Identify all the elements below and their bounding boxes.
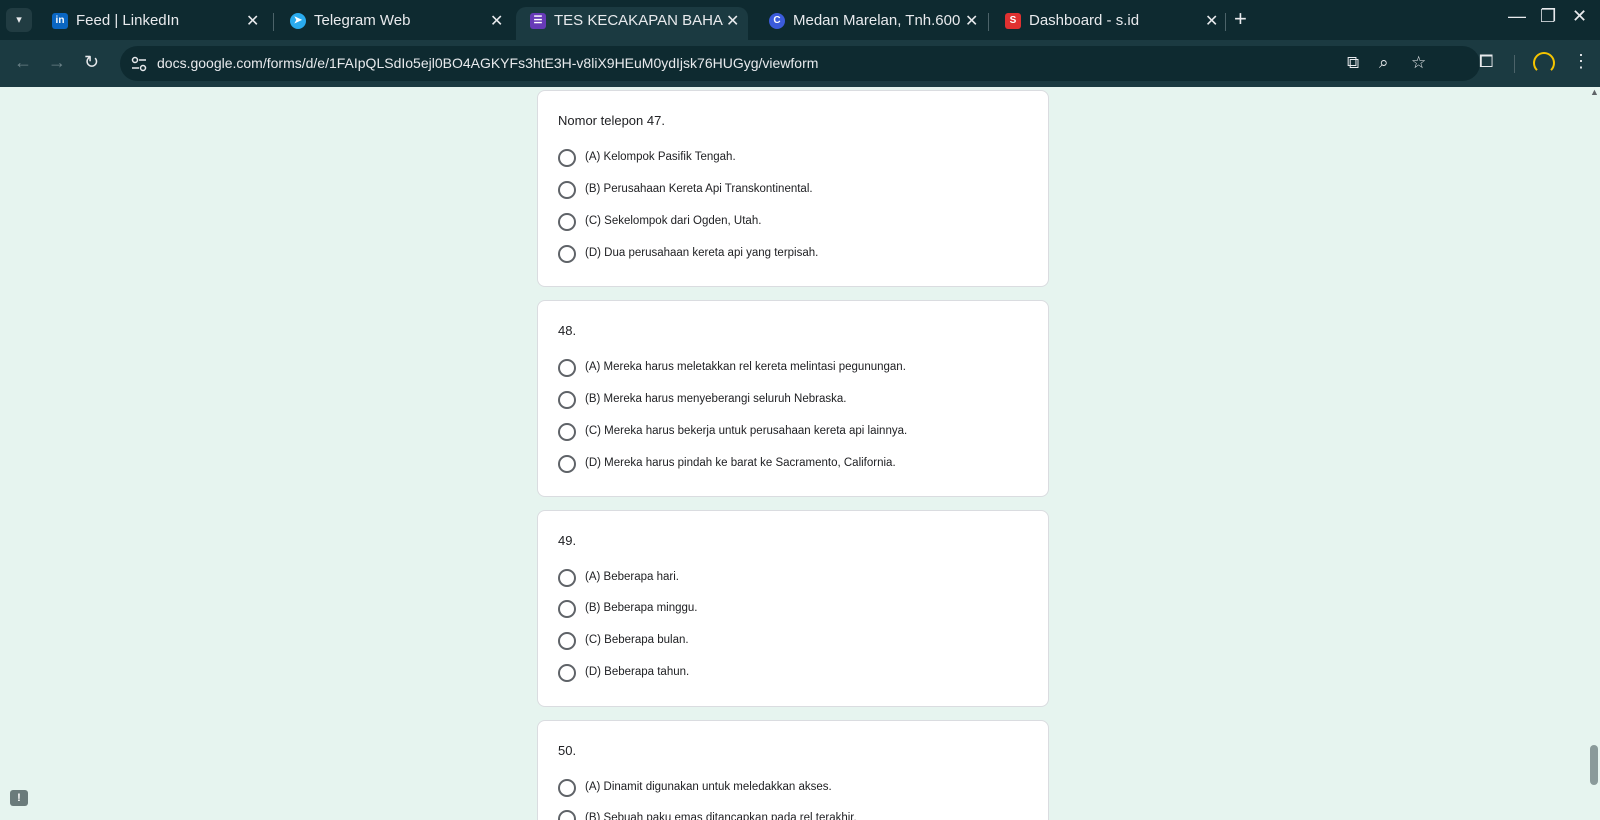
radio-button[interactable] bbox=[558, 359, 576, 377]
radio-button[interactable] bbox=[558, 455, 576, 473]
back-icon[interactable]: ← bbox=[14, 52, 32, 73]
tab-separator bbox=[1225, 13, 1226, 31]
option-label[interactable]: (C) Beberapa bulan. bbox=[585, 634, 689, 646]
radio-button[interactable] bbox=[558, 391, 576, 409]
question-card: 49. (A) Beberapa hari. (B) Beberapa ming… bbox=[537, 510, 1049, 707]
sid-icon: S bbox=[1005, 13, 1021, 29]
browser-toolbar: ← → ↻ docs.google.com/forms/d/e/1FAIpQLS… bbox=[0, 40, 1600, 87]
linkedin-icon: in bbox=[52, 13, 68, 29]
option-label[interactable]: (D) Dua perusahaan kereta api yang terpi… bbox=[585, 247, 818, 259]
google-forms-icon: ☰ bbox=[530, 13, 546, 29]
option-label[interactable]: (B) Beberapa minggu. bbox=[585, 602, 698, 614]
tab-telegram[interactable]: ➤ Telegram Web ✕ bbox=[276, 7, 508, 40]
close-tab-icon[interactable]: ✕ bbox=[246, 11, 259, 31]
menu-icon[interactable]: ⋮ bbox=[1572, 51, 1590, 72]
option-label[interactable]: (A) Beberapa hari. bbox=[585, 571, 679, 583]
radio-button[interactable] bbox=[558, 245, 576, 263]
question-title: 48. bbox=[558, 323, 577, 338]
option-label[interactable]: (D) Mereka harus pindah ke barat ke Sacr… bbox=[585, 457, 896, 469]
radio-button[interactable] bbox=[558, 423, 576, 441]
option-label[interactable]: (C) Mereka harus bekerja untuk perusahaa… bbox=[585, 425, 907, 437]
profile-avatar[interactable] bbox=[1533, 52, 1555, 74]
radio-button[interactable] bbox=[558, 569, 576, 587]
site-info-icon[interactable] bbox=[130, 55, 148, 73]
scrollbar-thumb[interactable] bbox=[1590, 745, 1598, 785]
telegram-icon: ➤ bbox=[290, 13, 306, 29]
tab-separator bbox=[988, 13, 989, 31]
close-tab-icon[interactable]: ✕ bbox=[1205, 11, 1218, 31]
bookmark-star-icon[interactable]: ☆ bbox=[1411, 53, 1426, 73]
tab-sid-dashboard[interactable]: S Dashboard - s.id ✕ bbox=[991, 7, 1223, 40]
toolbar-divider bbox=[1514, 55, 1515, 73]
question-card: 50. (A) Dinamit digunakan untuk meledakk… bbox=[537, 720, 1049, 820]
radio-button[interactable] bbox=[558, 810, 576, 820]
feedback-icon[interactable]: ! bbox=[10, 790, 28, 806]
address-bar[interactable]: docs.google.com/forms/d/e/1FAIpQLSdIo5ej… bbox=[120, 46, 1480, 81]
url-text[interactable]: docs.google.com/forms/d/e/1FAIpQLSdIo5ej… bbox=[157, 55, 818, 71]
scroll-up-icon[interactable]: ▲ bbox=[1590, 87, 1599, 97]
tab-search-icon[interactable]: ▾ bbox=[6, 8, 32, 32]
tab-separator bbox=[273, 13, 274, 31]
option-label[interactable]: (A) Kelompok Pasifik Tengah. bbox=[585, 151, 736, 163]
tab-strip: ▾ in Feed | LinkedIn ✕ ➤ Telegram Web ✕ … bbox=[0, 0, 1600, 40]
form-content: Nomor telepon 47. (A) Kelompok Pasifik T… bbox=[0, 87, 1600, 820]
zoom-icon[interactable]: ⌕ bbox=[1379, 53, 1389, 73]
option-label[interactable]: (B) Perusahaan Kereta Api Transkontinent… bbox=[585, 183, 813, 195]
option-label[interactable]: (A) Mereka harus meletakkan rel kereta m… bbox=[585, 361, 906, 373]
reload-icon[interactable]: ↻ bbox=[84, 52, 99, 73]
extensions-icon[interactable]: ⧠ bbox=[1479, 51, 1493, 72]
tab-title: TES KECAKAPAN BAHAS bbox=[554, 12, 724, 29]
close-tab-icon[interactable]: ✕ bbox=[726, 11, 739, 31]
close-window-icon[interactable]: ✕ bbox=[1572, 6, 1587, 27]
tab-title: Feed | LinkedIn bbox=[76, 12, 180, 29]
question-title: Nomor telepon 47. bbox=[558, 113, 665, 128]
page-scrollbar[interactable]: ▲ bbox=[1588, 87, 1600, 820]
tab-linkedin[interactable]: in Feed | LinkedIn ✕ bbox=[38, 7, 270, 40]
tab-title: Dashboard - s.id bbox=[1029, 12, 1140, 29]
translate-icon[interactable]: ⧉ bbox=[1347, 53, 1359, 73]
radio-button[interactable] bbox=[558, 213, 576, 231]
option-label[interactable]: (B) Sebuah paku emas ditancapkan pada re… bbox=[585, 812, 857, 820]
option-label[interactable]: (B) Mereka harus menyeberangi seluruh Ne… bbox=[585, 393, 846, 405]
option-label[interactable]: (D) Beberapa tahun. bbox=[585, 666, 689, 678]
tab-google-forms[interactable]: ☰ TES KECAKAPAN BAHAS ✕ bbox=[516, 7, 748, 40]
canva-icon: C bbox=[769, 13, 785, 29]
forward-icon[interactable]: → bbox=[48, 52, 66, 73]
option-label[interactable]: (A) Dinamit digunakan untuk meledakkan a… bbox=[585, 781, 832, 793]
question-title: 49. bbox=[558, 533, 577, 548]
radio-button[interactable] bbox=[558, 600, 576, 618]
radio-button[interactable] bbox=[558, 632, 576, 650]
restore-icon[interactable]: ❐ bbox=[1540, 6, 1556, 27]
tab-title: Telegram Web bbox=[314, 12, 411, 29]
radio-button[interactable] bbox=[558, 779, 576, 797]
radio-button[interactable] bbox=[558, 664, 576, 682]
question-title: 50. bbox=[558, 743, 577, 758]
close-tab-icon[interactable]: ✕ bbox=[965, 11, 978, 31]
close-tab-icon[interactable]: ✕ bbox=[490, 11, 503, 31]
question-card: 48. (A) Mereka harus meletakkan rel kere… bbox=[537, 300, 1049, 497]
minimize-icon[interactable]: — bbox=[1508, 6, 1526, 27]
option-label[interactable]: (C) Sekelompok dari Ogden, Utah. bbox=[585, 215, 761, 227]
tab-canva[interactable]: C Medan Marelan, Tnh.600 ✕ bbox=[755, 7, 987, 40]
radio-button[interactable] bbox=[558, 181, 576, 199]
radio-button[interactable] bbox=[558, 149, 576, 167]
question-card: Nomor telepon 47. (A) Kelompok Pasifik T… bbox=[537, 90, 1049, 287]
new-tab-icon[interactable]: + bbox=[1234, 6, 1247, 32]
tab-title: Medan Marelan, Tnh.600 bbox=[793, 12, 961, 29]
